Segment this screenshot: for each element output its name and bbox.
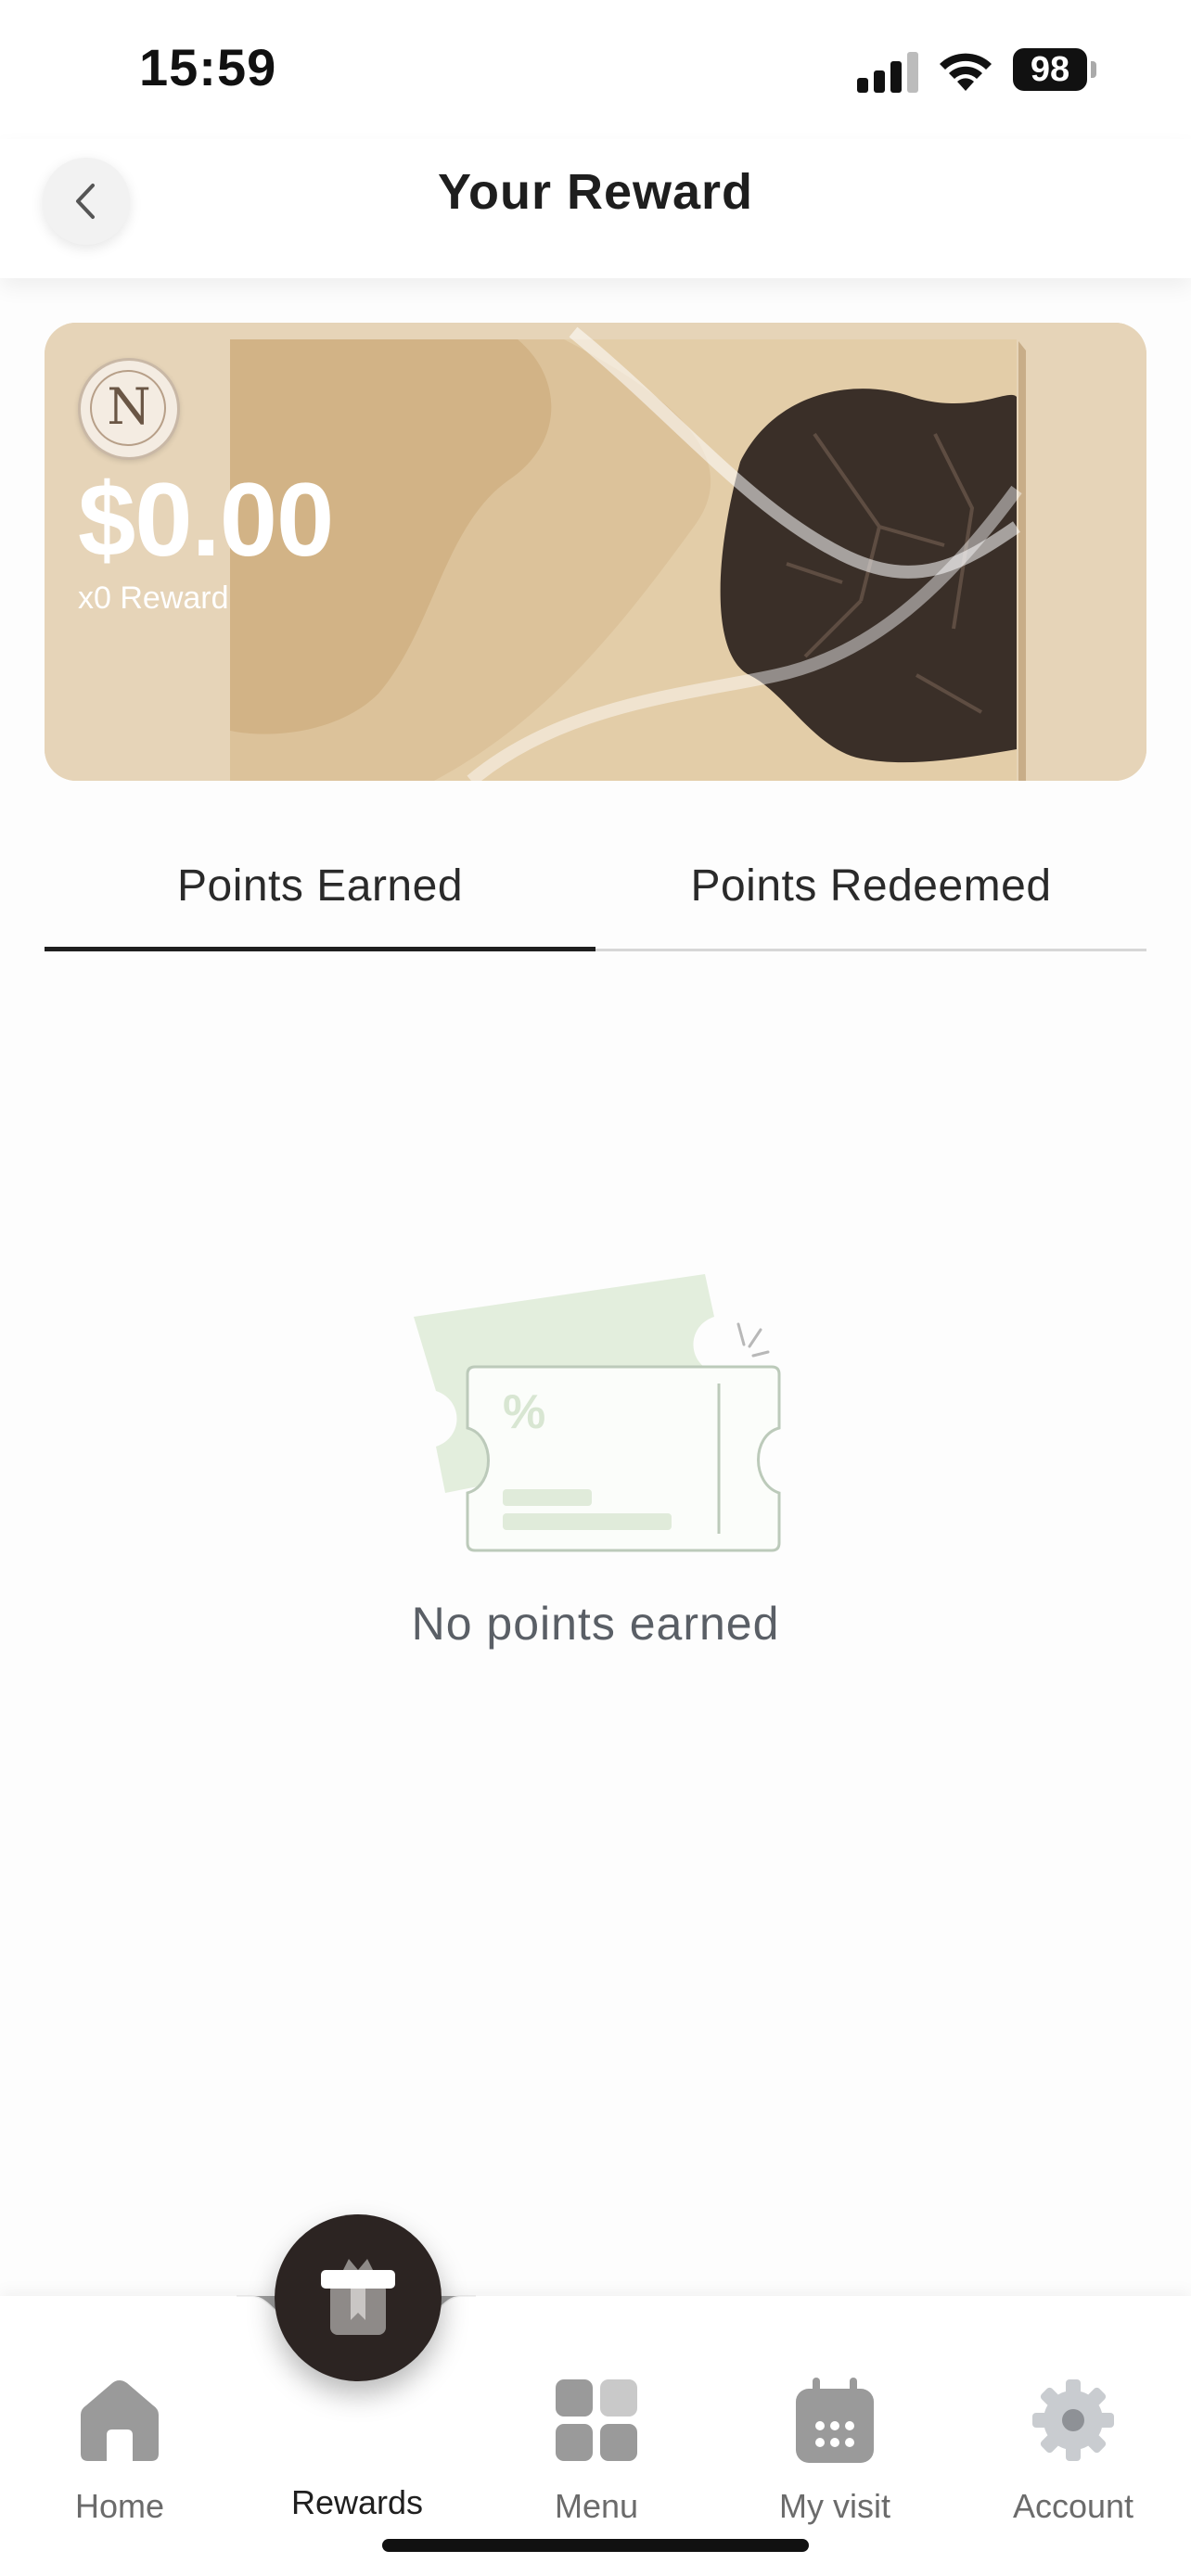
nav-label-home: Home xyxy=(74,2487,165,2525)
points-tabs: Points Earned Points Redeemed xyxy=(45,835,1146,953)
nav-label-menu: Menu xyxy=(554,2487,639,2525)
page-title: Your Reward xyxy=(437,164,754,220)
home-indicator xyxy=(382,2539,809,2552)
wifi-icon xyxy=(940,53,992,91)
gift-icon xyxy=(321,2259,395,2335)
nav-label-rewards: Rewards xyxy=(290,2483,424,2521)
home-icon xyxy=(81,2380,159,2461)
reward-count: x0 Reward xyxy=(78,580,229,616)
tab-points-redeemed[interactable]: Points Redeemed xyxy=(596,835,1146,951)
header: Your Reward xyxy=(0,139,1191,278)
percent-symbol: % xyxy=(503,1385,545,1439)
nav-rewards[interactable]: Rewards xyxy=(255,2374,459,2522)
nav-label-my-visit: My visit xyxy=(779,2487,890,2525)
nav-label-account: Account xyxy=(1012,2487,1134,2525)
status-time: 15:59 xyxy=(139,38,277,96)
status-bar: 15:59 98 xyxy=(0,0,1191,139)
rewards-fab-button[interactable] xyxy=(275,2214,442,2381)
battery-level: 98 xyxy=(1013,48,1087,91)
reward-amount: $0.00 xyxy=(78,462,334,578)
nav-my-visit[interactable]: My visit xyxy=(733,2374,937,2525)
brand-logo: N xyxy=(78,358,180,460)
nav-home[interactable]: Home xyxy=(18,2374,222,2525)
empty-state-message: No points earned xyxy=(411,1598,780,1650)
cellular-signal-icon xyxy=(857,52,918,93)
grid-icon xyxy=(556,2379,637,2461)
active-tab-indicator xyxy=(45,947,596,951)
gear-icon xyxy=(1032,2379,1114,2461)
tab-points-earned[interactable]: Points Earned xyxy=(45,835,596,951)
nav-account[interactable]: Account xyxy=(971,2374,1175,2525)
brand-monogram: N xyxy=(107,377,151,436)
reward-card[interactable]: N $0.00 x0 Reward xyxy=(45,323,1146,781)
coupon-illustration: % xyxy=(414,1274,781,1552)
nav-menu[interactable]: Menu xyxy=(494,2374,698,2525)
battery-icon: 98 xyxy=(1013,48,1096,91)
calendar-icon xyxy=(796,2378,874,2463)
